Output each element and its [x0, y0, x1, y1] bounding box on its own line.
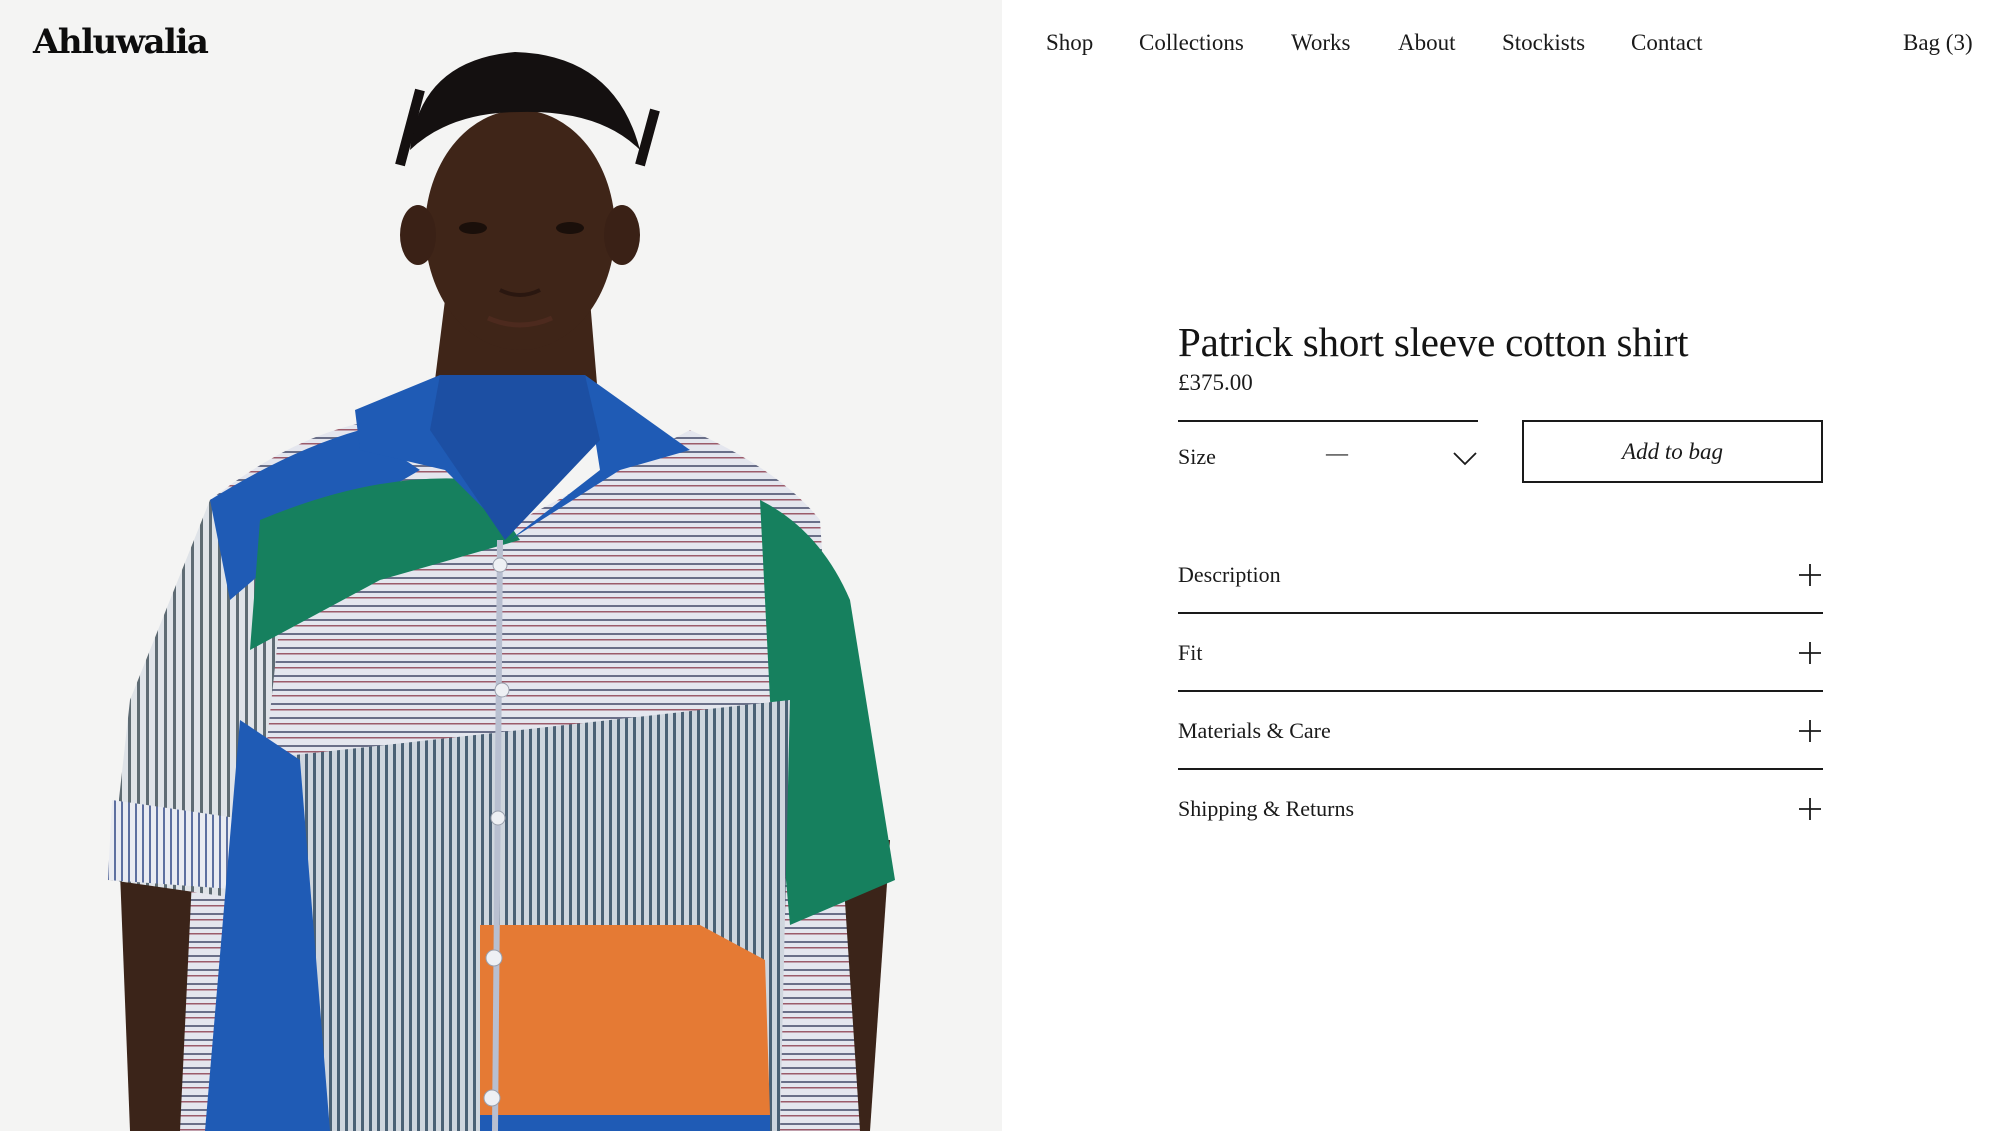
nav-item-works[interactable]: Works	[1291, 30, 1350, 56]
product-photo	[0, 0, 1002, 1131]
brand-logo[interactable]: Ahluwalia	[33, 22, 209, 62]
plus-icon	[1799, 720, 1821, 742]
nav-item-about[interactable]: About	[1398, 30, 1456, 56]
accordion-label: Description	[1178, 562, 1281, 587]
add-to-bag-button[interactable]: Add to bag	[1522, 420, 1823, 483]
size-selected-value: —	[1326, 440, 1348, 465]
product-price: £375.00	[1178, 370, 1253, 395]
size-select[interactable]: Size —	[1178, 420, 1478, 484]
plus-icon	[1799, 564, 1821, 586]
plus-icon	[1799, 642, 1821, 664]
nav-item-shop[interactable]: Shop	[1046, 30, 1093, 56]
accordion-label: Fit	[1178, 640, 1203, 665]
accordion-materials-care[interactable]: Materials & Care	[1178, 692, 1823, 770]
plus-icon	[1799, 798, 1821, 820]
bag-link[interactable]: Bag (3)	[1903, 30, 1973, 56]
accordion-label: Materials & Care	[1178, 718, 1331, 743]
product-details: Patrick short sleeve cotton shirt £375.0…	[1178, 318, 1823, 848]
product-info-accordion: Description Fit Materials & Care Shippin…	[1178, 536, 1823, 848]
nav-item-stockists[interactable]: Stockists	[1502, 30, 1585, 56]
accordion-label: Shipping & Returns	[1178, 796, 1355, 821]
size-label: Size	[1178, 444, 1216, 469]
accordion-description[interactable]: Description	[1178, 536, 1823, 614]
purchase-row: Size — Add to bag	[1178, 420, 1823, 484]
product-title: Patrick short sleeve cotton shirt	[1178, 319, 1689, 365]
nav-item-contact[interactable]: Contact	[1631, 30, 1703, 56]
nav-item-collections[interactable]: Collections	[1139, 30, 1244, 56]
chevron-down-icon	[1453, 452, 1477, 466]
accordion-shipping-returns[interactable]: Shipping & Returns	[1178, 770, 1823, 848]
accordion-fit[interactable]: Fit	[1178, 614, 1823, 692]
